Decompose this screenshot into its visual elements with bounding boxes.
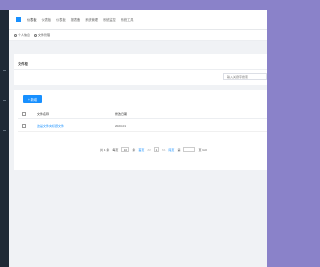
top-nav: 仪表板 仪表板 仪表板 报表备 系统管理 系统监控 系统工具: [9, 10, 267, 30]
breadcrumb-label: 个人信息: [18, 33, 31, 37]
nav-item[interactable]: 仪表板: [56, 17, 66, 22]
search-input[interactable]: [223, 73, 267, 80]
list-card: + 新增 文件名称 修改日期 这是文件夹标题文件 2023-01 共 1 条 每…: [14, 90, 267, 170]
column-header-name: 文件名称: [37, 112, 50, 116]
card-title: 文件柜: [18, 62, 28, 66]
app-window: 仪表板 仪表板 仪表板 报表备 系统管理 系统监控 系统工具 个人信息 文件管理…: [0, 10, 267, 267]
breadcrumb-label: 文件管理: [38, 33, 51, 37]
total-count: 共 1 条: [100, 147, 110, 152]
main-area: 仪表板 仪表板 仪表板 报表备 系统管理 系统监控 系统工具 个人信息 文件管理…: [9, 10, 267, 267]
file-name-link[interactable]: 这是文件夹标题文件: [37, 124, 64, 128]
user-icon: [14, 33, 17, 37]
nav-item[interactable]: 系统监控: [103, 17, 116, 22]
nav-item[interactable]: 仪表板: [27, 17, 37, 22]
prev-page-link[interactable]: <<: [147, 148, 151, 152]
row-checkbox[interactable]: [22, 123, 26, 128]
first-page-link[interactable]: 首页: [138, 148, 144, 152]
table-header: 文件名称 修改日期: [18, 108, 267, 119]
sidebar-item[interactable]: [3, 70, 6, 71]
page-size-prefix: 每页: [112, 147, 119, 152]
breadcrumb-item[interactable]: 文件管理: [34, 33, 50, 37]
current-page[interactable]: 1: [153, 147, 159, 152]
nav-item[interactable]: 系统管理: [85, 17, 98, 22]
select-all-checkbox[interactable]: [22, 111, 26, 116]
sidebar-item[interactable]: [3, 100, 6, 101]
last-page-link[interactable]: 尾页: [168, 148, 174, 152]
page-size-suffix: 条: [132, 147, 136, 152]
pagination: 共 1 条 每页 10 条 首页 << 1 >> 尾页 第 页 GO: [100, 147, 207, 152]
nav-item[interactable]: 仪表板: [42, 17, 52, 22]
goto-suffix[interactable]: 页 GO: [198, 148, 207, 152]
breadcrumb-item[interactable]: 个人信息: [14, 33, 30, 37]
breadcrumb: 个人信息 文件管理: [9, 30, 267, 41]
next-page-link[interactable]: >>: [162, 148, 166, 152]
menu-toggle-icon[interactable]: [16, 17, 21, 22]
sidebar: [0, 10, 9, 267]
goto-page-input[interactable]: [183, 147, 196, 152]
add-button[interactable]: + 新增: [23, 95, 42, 103]
file-date: 2023-01: [115, 124, 127, 128]
sidebar-item[interactable]: [3, 130, 6, 131]
column-header-date: 修改日期: [115, 112, 128, 116]
table-row: 这是文件夹标题文件 2023-01: [18, 120, 267, 132]
nav-item[interactable]: 系统工具: [121, 17, 134, 22]
goto-prefix: 第: [177, 147, 181, 152]
page-size-select[interactable]: 10: [121, 147, 130, 152]
nav-item[interactable]: 报表备: [71, 17, 81, 22]
divider: [14, 69, 267, 70]
search-card: 文件柜: [14, 54, 267, 85]
folder-icon: [34, 33, 38, 37]
